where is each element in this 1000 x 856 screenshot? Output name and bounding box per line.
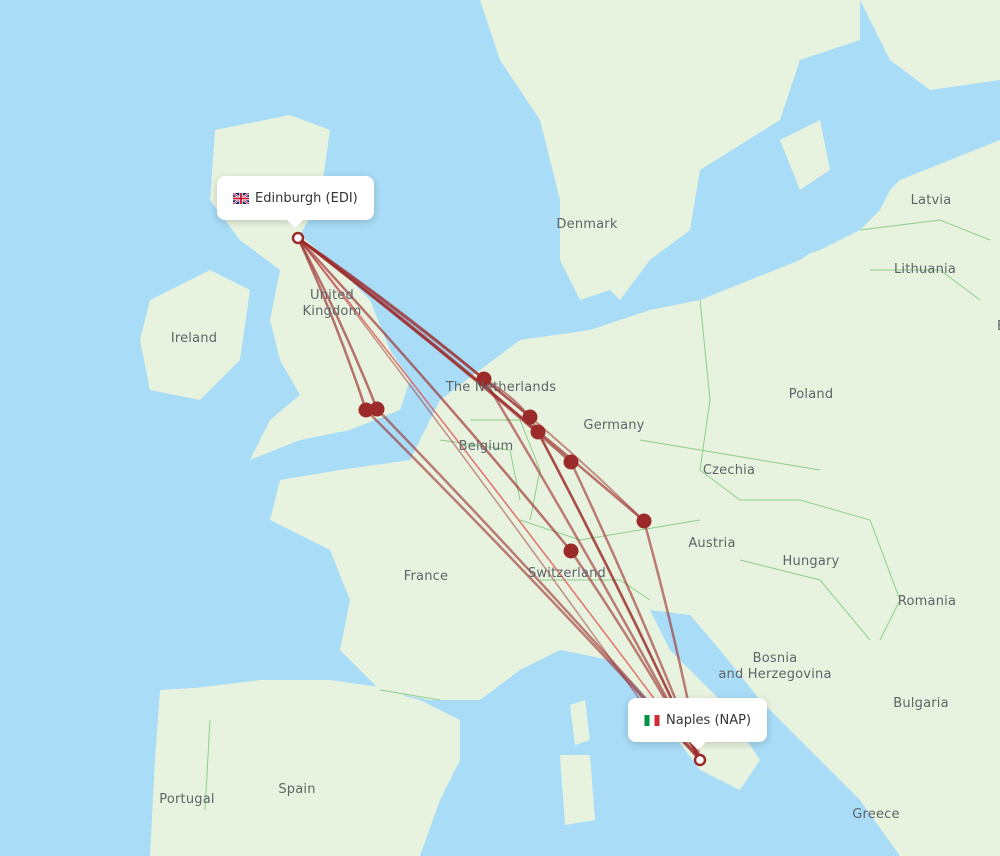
destination-airport-popup[interactable]: Naples (NAP): [628, 698, 768, 750]
stopover-node-zurich[interactable]: [563, 543, 579, 559]
country-label-czechia: Czechia: [702, 463, 756, 478]
destination-airport-marker: [693, 753, 707, 767]
stopover-node-cologne[interactable]: [530, 424, 546, 440]
country-label-portugal: Portugal: [159, 792, 215, 807]
country-label-latvia: Latvia: [910, 193, 952, 208]
origin-airport-marker: [291, 231, 305, 245]
italy-flag-icon: [644, 714, 660, 726]
stopover-node-london-gatwick[interactable]: [369, 401, 385, 417]
country-label-greece: Greece: [852, 807, 900, 822]
uk-flag-icon: [233, 192, 249, 204]
destination-airport-label: Naples (NAP): [666, 712, 752, 728]
country-label-bulgaria: Bulgaria: [893, 696, 949, 711]
stopover-node-munich[interactable]: [636, 513, 652, 529]
country-label-united-kingdom: United Kingdom: [302, 288, 362, 319]
country-label-germany: Germany: [583, 418, 645, 433]
route-map[interactable]: Ireland United Kingdom The Netherlands B…: [0, 0, 1000, 856]
land-corsica: [570, 700, 590, 745]
stopover-node-frankfurt[interactable]: [563, 454, 579, 470]
country-label-netherlands: The Netherlands: [445, 380, 557, 395]
map-base: [140, 0, 1000, 856]
country-label-denmark: Denmark: [556, 217, 618, 232]
land-sardinia: [560, 755, 595, 825]
origin-airport-label: Edinburgh (EDI): [255, 190, 358, 206]
country-label-austria: Austria: [688, 536, 736, 551]
country-label-france: France: [403, 569, 449, 584]
land-finland: [860, 0, 1000, 90]
country-label-lithuania: Lithuania: [893, 262, 957, 277]
country-label-bosnia: Bosnia and Herzegovina: [718, 651, 832, 682]
country-label-ireland: Ireland: [170, 331, 218, 346]
country-label-poland: Poland: [788, 387, 834, 402]
origin-airport-popup[interactable]: Edinburgh (EDI): [217, 176, 374, 228]
country-label-belgium: Belgium: [458, 439, 514, 454]
country-label-hungary: Hungary: [782, 554, 840, 569]
land-iberia: [150, 680, 420, 856]
country-label-spain: Spain: [278, 782, 316, 797]
country-label-switzerland: Switzerland: [527, 566, 607, 581]
stopover-node-d-sseldorf[interactable]: [522, 409, 538, 425]
country-label-romania: Romania: [897, 594, 957, 609]
